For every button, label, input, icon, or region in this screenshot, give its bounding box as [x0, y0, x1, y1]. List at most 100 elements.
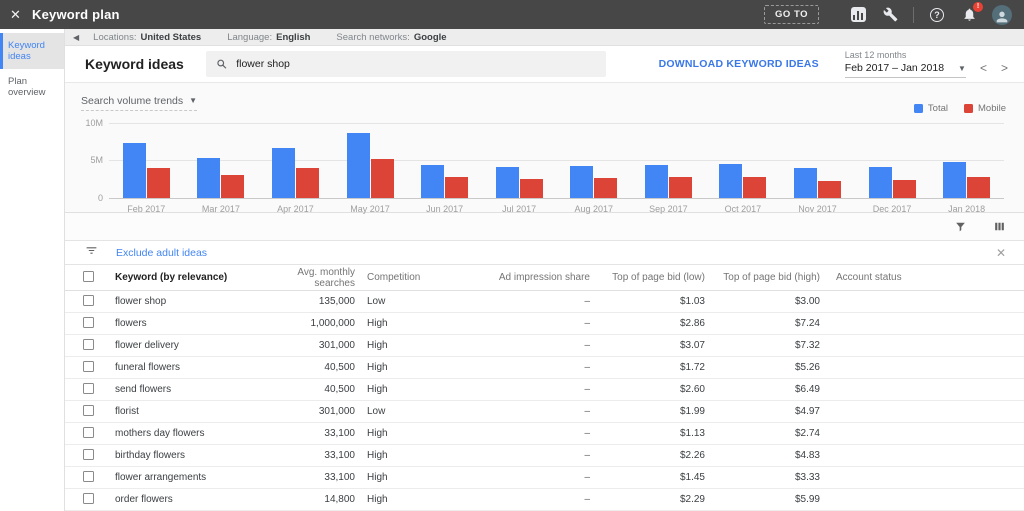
bar-group — [570, 165, 618, 198]
bar-mobile[interactable] — [146, 167, 170, 198]
column-header-searches[interactable]: Avg. monthly searches — [285, 267, 355, 289]
cell-bid-high: $2.74 — [794, 428, 820, 439]
bar-mobile[interactable] — [967, 176, 991, 198]
bar-mobile[interactable] — [221, 174, 245, 198]
cell-keyword[interactable]: send flowers — [115, 384, 285, 395]
bar-total[interactable] — [644, 164, 668, 198]
chart-x-labels: Feb 2017 Mar 2017 Apr 2017 May 2017 Jun 2017… — [109, 204, 1004, 214]
cell-ad-share: – — [584, 384, 590, 395]
bar-total[interactable] — [197, 157, 221, 198]
x-axis-label: Sep 2017 — [649, 203, 688, 214]
filter-icon[interactable] — [954, 220, 967, 233]
cell-keyword[interactable]: flower arrangements — [115, 472, 285, 483]
bar-mobile[interactable] — [892, 179, 916, 198]
table-body: flower shop 135,000 Low – $1.03 $3.00 flowers 1… — [65, 291, 1024, 511]
sidebar: Keyword ideas Plan overview — [0, 29, 65, 511]
column-header-competition[interactable]: Competition — [355, 272, 445, 283]
bar-group — [719, 163, 767, 198]
exclude-adult-ideas-filter[interactable]: Exclude adult ideas — [116, 247, 207, 259]
sidebar-item-keyword-ideas[interactable]: Keyword ideas — [0, 33, 64, 69]
bar-total[interactable] — [271, 147, 295, 198]
cell-keyword[interactable]: birthday flowers — [115, 450, 285, 461]
row-checkbox[interactable] — [83, 338, 94, 350]
notifications-icon[interactable]: ! — [960, 1, 983, 24]
bar-total[interactable] — [495, 166, 519, 198]
row-checkbox[interactable] — [83, 316, 94, 328]
columns-icon[interactable] — [993, 220, 1006, 233]
bar-total[interactable] — [346, 132, 370, 198]
legend-item-mobile[interactable]: Mobile — [964, 103, 1006, 114]
bar-mobile[interactable] — [445, 176, 469, 198]
bar-mobile[interactable] — [817, 180, 841, 198]
bar-mobile[interactable] — [519, 178, 543, 198]
locations-value[interactable]: United States — [140, 32, 201, 43]
bar-total[interactable] — [421, 164, 445, 198]
legend-item-total[interactable]: Total — [913, 103, 948, 114]
search-input[interactable] — [236, 58, 596, 71]
bar-mobile[interactable] — [295, 167, 319, 198]
bar-total[interactable] — [868, 166, 892, 198]
language-value[interactable]: English — [276, 32, 310, 43]
date-range-dropdown[interactable]: Last 12 months Feb 2017 – Jan 2018 ▼ — [844, 50, 966, 79]
row-checkbox[interactable] — [83, 492, 94, 504]
row-checkbox[interactable] — [83, 404, 94, 416]
cell-keyword[interactable]: order flowers — [115, 494, 285, 505]
next-period-icon[interactable]: > — [1001, 61, 1008, 78]
bar-group — [644, 164, 692, 198]
previous-period-icon[interactable]: < — [980, 61, 987, 78]
sidebar-item-plan-overview[interactable]: Plan overview — [0, 69, 64, 105]
cell-keyword[interactable]: flower shop — [115, 296, 285, 307]
bar-mobile[interactable] — [594, 177, 618, 198]
column-header-ad-impression-share[interactable]: Ad impression share — [445, 272, 590, 283]
bar-total[interactable] — [793, 167, 817, 198]
legend-swatch — [964, 103, 973, 113]
select-all-checkbox[interactable] — [83, 270, 94, 282]
bar-total[interactable] — [122, 142, 146, 198]
row-checkbox[interactable] — [83, 360, 94, 372]
collapse-sidebar-icon[interactable]: ◀ — [73, 33, 79, 42]
cell-keyword[interactable]: flowers — [115, 318, 285, 329]
topbar-divider — [913, 6, 914, 23]
column-header-bid-high[interactable]: Top of page bid (high) — [705, 272, 820, 283]
bar-group — [793, 167, 841, 198]
column-header-account-status[interactable]: Account status — [820, 272, 1024, 283]
cell-bid-high: $4.83 — [794, 450, 820, 461]
notification-badge: ! — [973, 1, 983, 12]
bar-total[interactable] — [943, 161, 967, 198]
reports-icon[interactable] — [849, 6, 867, 24]
row-checkbox[interactable] — [83, 426, 94, 438]
cell-searches: 33,100 — [324, 472, 355, 483]
filter-list-icon[interactable] — [85, 244, 98, 262]
bar-group — [346, 132, 394, 198]
row-checkbox[interactable] — [83, 470, 94, 482]
chart-metric-selector[interactable]: Search volume trends ▼ — [81, 95, 198, 111]
tools-wrench-icon[interactable] — [881, 6, 899, 24]
y-tick-label: 5M — [90, 155, 103, 166]
x-axis-label: Nov 2017 — [798, 203, 837, 214]
remove-filter-icon[interactable]: ✕ — [996, 246, 1006, 260]
help-icon[interactable]: ? — [928, 6, 946, 24]
bar-mobile[interactable] — [370, 158, 394, 198]
row-checkbox[interactable] — [83, 448, 94, 460]
cell-keyword[interactable]: funeral flowers — [115, 362, 285, 373]
download-keyword-ideas-link[interactable]: DOWNLOAD KEYWORD IDEAS — [659, 58, 819, 70]
targeting-context-bar: ◀ Locations: United States Language: Eng… — [65, 29, 1024, 47]
cell-keyword[interactable]: florist — [115, 406, 285, 417]
column-header-keyword[interactable]: Keyword (by relevance) — [115, 272, 285, 283]
row-checkbox[interactable] — [83, 294, 94, 306]
row-checkbox[interactable] — [83, 382, 94, 394]
bar-mobile[interactable] — [668, 176, 692, 198]
bar-group — [122, 142, 170, 198]
bar-total[interactable] — [570, 165, 594, 198]
column-header-bid-low[interactable]: Top of page bid (low) — [590, 272, 705, 283]
cell-keyword[interactable]: flower delivery — [115, 340, 285, 351]
go-to-button[interactable]: GO TO — [764, 5, 819, 24]
networks-value[interactable]: Google — [414, 32, 447, 43]
close-icon[interactable]: ✕ — [10, 7, 32, 23]
bar-total[interactable] — [719, 163, 743, 198]
keyword-search-box[interactable] — [205, 51, 606, 78]
date-range-picker: Last 12 months Feb 2017 – Jan 2018 ▼ < > — [844, 50, 1008, 79]
avatar[interactable] — [992, 4, 1012, 25]
cell-keyword[interactable]: mothers day flowers — [115, 428, 285, 439]
bar-mobile[interactable] — [743, 176, 767, 198]
